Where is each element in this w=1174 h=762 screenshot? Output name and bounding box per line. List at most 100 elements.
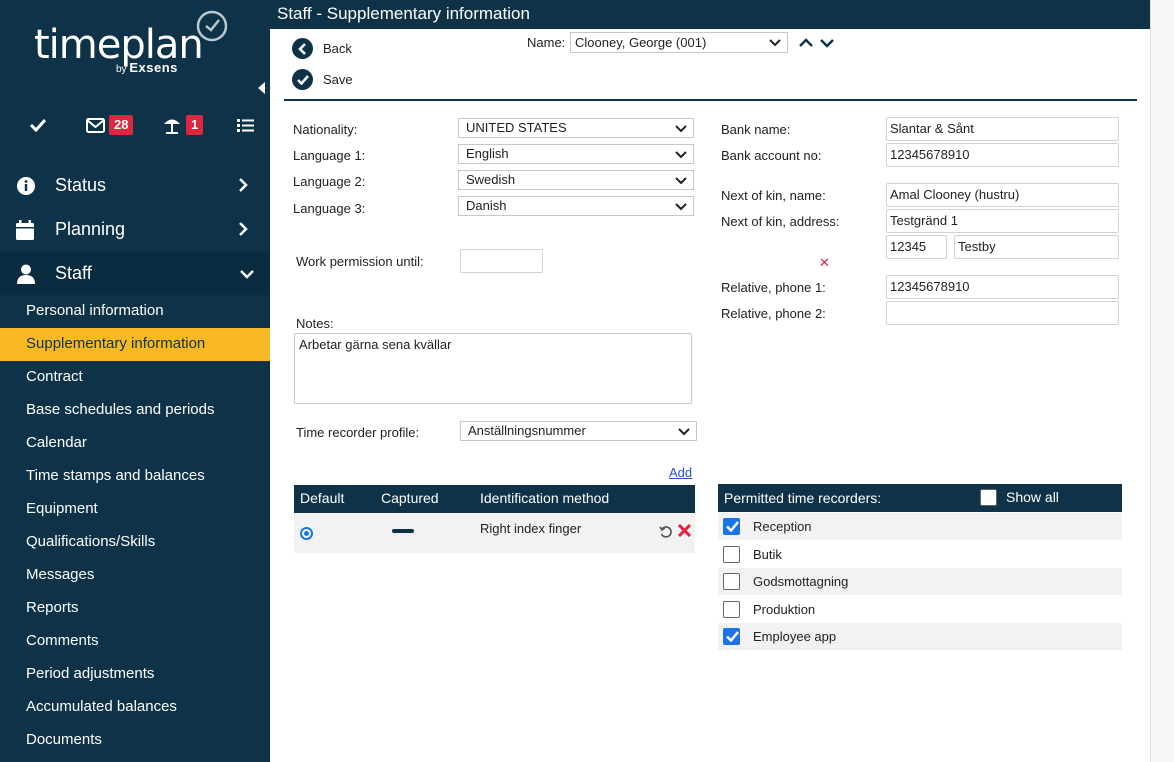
sidebar-item-reports[interactable]: Reports [0,592,270,625]
sidebar-item-qualifications-skills[interactable]: Qualifications/Skills [0,526,270,559]
kin-city-input[interactable]: Testby [954,235,1119,259]
info-icon [17,177,35,195]
language2-label: Language 2: [293,174,366,189]
notes-textarea[interactable]: Arbetar gärna sena kvällar [294,333,692,404]
calendar-icon [16,220,34,240]
logo-byline: by Exsens [116,60,178,75]
sidebar-item-time-stamps-and-balances[interactable]: Time stamps and balances [0,460,270,493]
sidebar-item-documents[interactable]: Documents [0,724,270,757]
table-row: Right index finger [294,513,695,553]
col-identification-method: Identification method [480,490,610,506]
back-icon [292,38,313,59]
recorder-checkbox[interactable] [723,600,740,618]
col-default: Default [300,490,345,506]
sidebar-item-period-adjustments[interactable]: Period adjustments [0,658,270,691]
sidebar-item-accumulated-balances[interactable]: Accumulated balances [0,691,270,724]
nav-planning[interactable]: Planning [0,207,270,251]
recorder-checkbox[interactable] [723,573,740,590]
list-item: Produktion [718,596,1122,623]
clear-date-icon[interactable]: ✕ [819,255,830,271]
language3-select[interactable]: Danish [458,196,694,216]
language2-value: Swedish [466,172,516,187]
nationality-select[interactable]: UNITED STATES [458,118,694,138]
show-all-checkbox[interactable] [980,489,997,506]
chevron-right-icon [239,178,248,192]
chevron-down-icon [678,428,690,436]
back-button[interactable]: Back [292,38,352,59]
recorder-label: Produktion [753,601,816,617]
list-item: Butik [718,541,1122,568]
kin-zip-input[interactable]: 12345 [886,235,947,259]
chevron-down-icon [675,203,687,211]
bank-name-input[interactable]: Slantar & Sånt [886,117,1119,141]
time-recorder-profile-value: Anställningsnummer [468,423,586,438]
time-recorder-profile-select[interactable]: Anställningsnummer [460,421,697,441]
reset-icon[interactable] [659,525,673,539]
nav-staff[interactable]: Staff [0,251,270,295]
default-radio[interactable] [300,527,313,540]
logo-by: by [116,64,127,75]
chevron-right-icon [239,222,248,236]
language1-select[interactable]: English [458,144,694,164]
sidebar-item-supplementary-information[interactable]: Supplementary information [0,328,270,361]
page-scrollbar[interactable] [1150,0,1174,762]
nav-planning-label: Planning [55,219,126,239]
kin-address-input[interactable]: Testgränd 1 [886,209,1119,233]
sidebar-item-equipment[interactable]: Equipment [0,493,270,526]
recorder-label: Employee app [753,629,837,644]
language1-value: English [466,146,509,161]
sidebar-item-personal-information[interactable]: Personal information [0,295,270,328]
nav-status[interactable]: Status [0,163,270,207]
sidebar: timeplan by Exsens 28 1 Status Planning [0,0,270,762]
relative-phone2-input[interactable] [886,301,1119,325]
list-button[interactable] [237,112,254,138]
sidebar-item-calendar[interactable]: Calendar [0,427,270,460]
sidebar-item-comments[interactable]: Comments [0,625,270,658]
list-item: Employee app [718,623,1122,650]
work-permission-date-input[interactable] [460,249,543,273]
add-identification-link[interactable]: Add [669,465,692,480]
page-title: Staff - Supplementary information [270,0,1150,29]
employee-name-value: Clooney, George (001) [575,35,707,50]
language2-select[interactable]: Swedish [458,170,694,190]
employee-name-select[interactable]: Clooney, George (001) [570,32,788,53]
recorder-label: Reception [753,519,812,534]
clock-icon [196,10,228,42]
back-label: Back [323,41,352,56]
relative-phone1-label: Relative, phone 1: [721,280,826,295]
sidebar-item-base-schedules-and-periods[interactable]: Base schedules and periods [0,394,270,427]
recorder-checkbox[interactable] [723,545,740,563]
list-item: Reception [718,513,1122,540]
chevron-down-icon [675,177,687,185]
relative-phone1-input[interactable]: 12345678910 [886,275,1119,299]
list-item: Godsmottagning [718,568,1122,595]
sidebar-item-messages[interactable]: Messages [0,559,270,592]
chevron-down-icon [240,270,254,279]
identification-table-header: Default Captured Identification method [294,485,695,513]
permitted-recorders-header: Permitted time recorders: Show all [718,484,1122,512]
timeplan-logo[interactable]: timeplan by Exsens [34,8,234,78]
bank-account-input[interactable]: 12345678910 [886,143,1119,167]
save-check-icon [292,69,313,90]
nationality-label: Nationality: [293,122,358,137]
kin-name-input[interactable]: Amal Clooney (hustru) [886,183,1119,207]
previous-employee-icon[interactable] [799,38,813,48]
collapse-sidebar-icon[interactable] [258,82,265,94]
next-employee-icon[interactable] [820,38,834,48]
check-icon [29,118,47,133]
messages-count-badge: 28 [109,115,134,135]
captured-indicator [392,529,414,533]
show-all-label: Show all [1006,489,1059,505]
recorder-checkbox[interactable] [723,518,740,535]
messages-button[interactable]: 28 [86,112,134,138]
delete-icon[interactable] [678,524,691,537]
save-button[interactable]: Save [292,69,353,90]
header-divider [284,99,1137,101]
sidebar-item-contract[interactable]: Contract [0,361,270,394]
absence-button[interactable]: 1 [162,112,204,138]
kin-name-label: Next of kin, name: [721,188,826,203]
approve-button[interactable] [28,112,48,138]
relative-phone2-label: Relative, phone 2: [721,306,826,321]
recorder-checkbox[interactable] [723,628,740,645]
notes-label: Notes: [296,316,334,331]
